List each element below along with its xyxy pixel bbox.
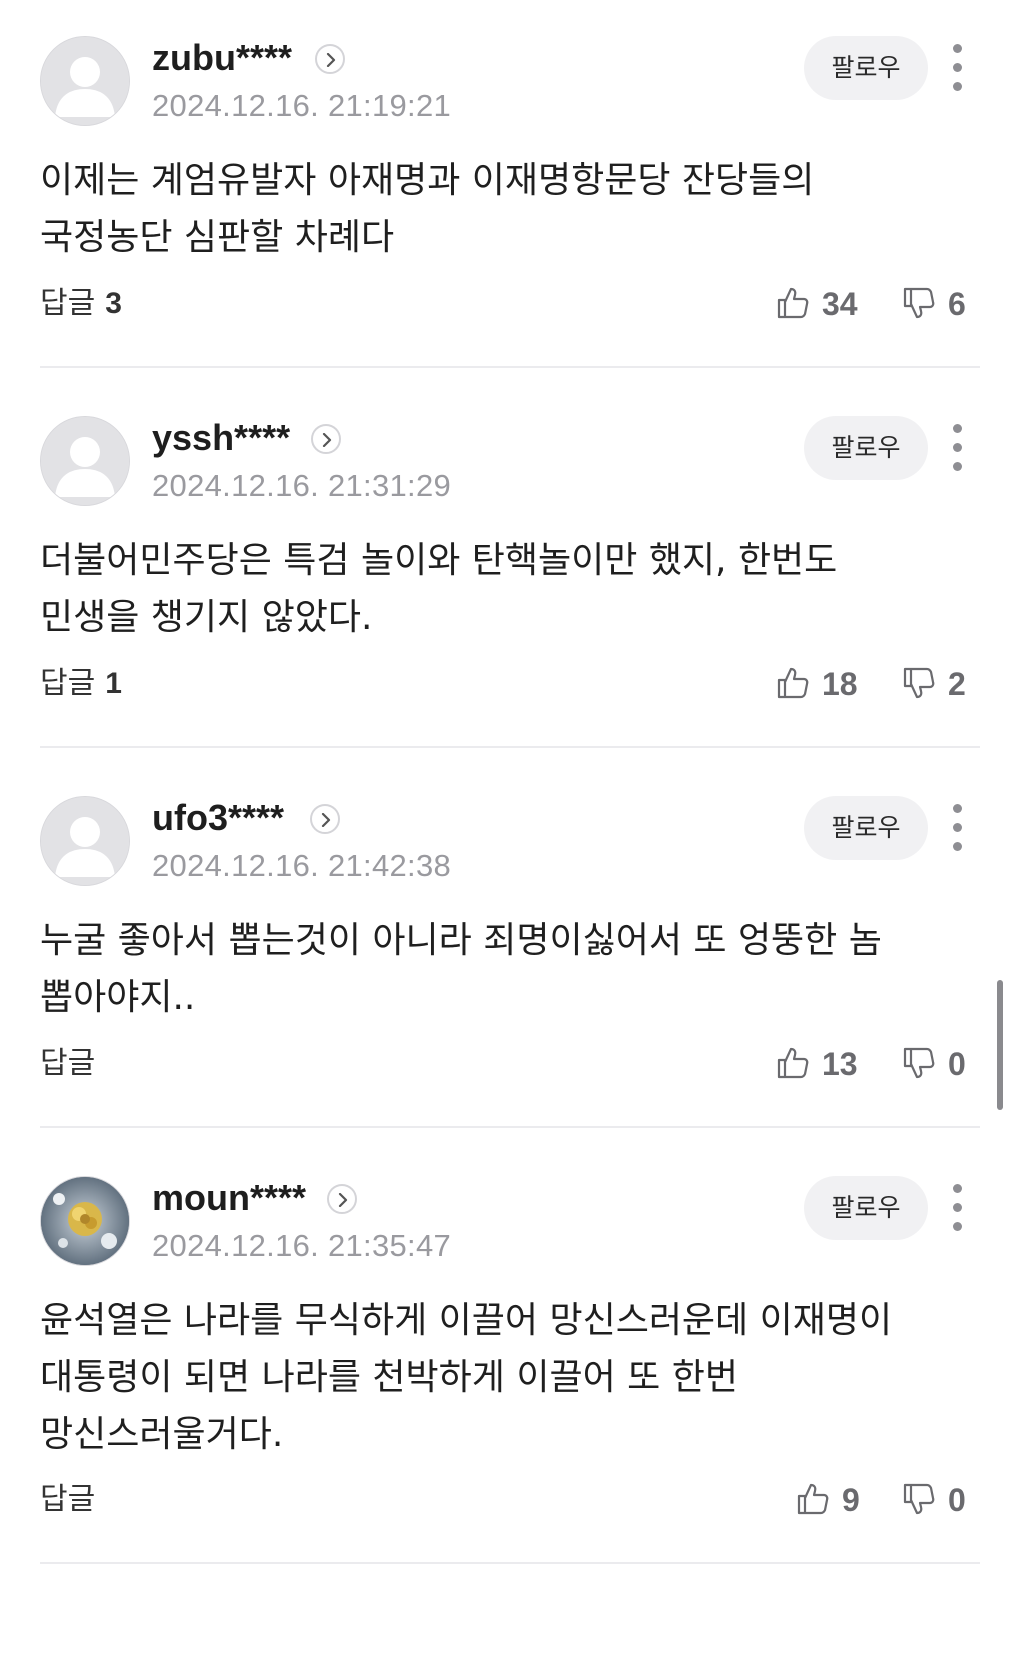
thumbs-up-icon [777, 1047, 809, 1079]
reply-count: 1 [105, 667, 122, 700]
username[interactable]: yssh**** [152, 418, 290, 458]
comment-text: 누굴 좋아서 뽑는것이 아니라 죄명이싫어서 또 엉뚱한 놈 뽑아야지.. [40, 920, 882, 1018]
like-button[interactable]: 34 [776, 282, 876, 326]
timestamp: 2024.12.16. 21:35:47 [152, 1228, 452, 1263]
comment-footer: 답글 1 18 2 [40, 662, 980, 706]
reply-label: 답글 [40, 1046, 96, 1081]
follow-button[interactable]: 팔로우 [804, 416, 928, 480]
timestamp: 2024.12.16. 21:42:38 [152, 848, 452, 883]
reply-label: 답글 [40, 666, 96, 701]
follow-button[interactable]: 팔로우 [804, 796, 928, 860]
more-vertical-icon[interactable] [946, 44, 970, 92]
more-vertical-icon[interactable] [946, 1184, 970, 1232]
chevron-right-icon[interactable] [327, 1184, 357, 1214]
like-button[interactable]: 18 [776, 662, 876, 706]
like-count: 18 [822, 666, 858, 702]
dislike-count: 0 [948, 1046, 966, 1082]
thumbs-down-icon [903, 667, 935, 699]
thumbs-down-icon [903, 1483, 935, 1515]
more-vertical-icon[interactable] [946, 424, 970, 472]
default-avatar-icon[interactable] [40, 36, 130, 126]
username[interactable]: zubu**** [152, 38, 292, 78]
dislike-button[interactable]: 0 [902, 1478, 980, 1522]
thumbs-up-icon [777, 287, 809, 319]
divider [40, 1562, 980, 1564]
divider [40, 1126, 980, 1128]
like-count: 34 [822, 286, 858, 322]
flower-photo-avatar[interactable] [40, 1176, 130, 1266]
follow-button[interactable]: 팔로우 [804, 1176, 928, 1240]
comment-footer: 답글 9 0 [40, 1478, 980, 1522]
reply-label: 답글 [40, 286, 96, 321]
reply-button[interactable]: 답글 [40, 1478, 105, 1522]
reply-count: 3 [105, 287, 122, 320]
reply-button[interactable]: 답글 [40, 1042, 105, 1086]
chevron-right-icon[interactable] [315, 44, 345, 74]
thumbs-down-icon [903, 1047, 935, 1079]
default-avatar-icon[interactable] [40, 416, 130, 506]
chevron-right-icon[interactable] [310, 804, 340, 834]
username[interactable]: ufo3**** [152, 798, 284, 838]
comment-footer: 답글 3 34 6 [40, 282, 980, 326]
reply-button[interactable]: 답글 3 [40, 282, 122, 326]
like-button[interactable]: 13 [776, 1042, 876, 1086]
timestamp: 2024.12.16. 21:19:21 [152, 88, 452, 123]
reply-label: 답글 [40, 1482, 96, 1517]
timestamp: 2024.12.16. 21:31:29 [152, 468, 452, 503]
like-count: 9 [842, 1482, 860, 1518]
dislike-count: 2 [948, 666, 966, 702]
dislike-button[interactable]: 2 [902, 662, 980, 706]
dislike-button[interactable]: 6 [902, 282, 980, 326]
comment-list: zubu**** 2024.12.16. 21:19:21 팔로우 이제는 계엄… [0, 0, 1024, 1666]
chevron-right-icon[interactable] [311, 424, 341, 454]
comment-text: 이제는 계엄유발자 아재명과 이재명항문당 잔당들의 국정농단 심판할 차례다 [40, 160, 815, 258]
comment-footer: 답글 13 0 [40, 1042, 980, 1086]
dislike-count: 0 [948, 1482, 966, 1518]
divider [40, 366, 980, 368]
follow-button[interactable]: 팔로우 [804, 36, 928, 100]
divider [40, 746, 980, 748]
scrollbar[interactable] [997, 980, 1003, 1110]
default-avatar-icon[interactable] [40, 796, 130, 886]
dislike-button[interactable]: 0 [902, 1042, 980, 1086]
reply-button[interactable]: 답글 1 [40, 662, 122, 706]
thumbs-up-icon [777, 667, 809, 699]
comment-text: 윤석열은 나라를 무식하게 이끌어 망신스러운데 이재명이 대통령이 되면 나라… [40, 1300, 893, 1455]
like-button[interactable]: 9 [796, 1478, 876, 1522]
thumbs-up-icon [797, 1483, 829, 1515]
thumbs-down-icon [903, 287, 935, 319]
more-vertical-icon[interactable] [946, 804, 970, 852]
dislike-count: 6 [948, 286, 966, 322]
like-count: 13 [822, 1046, 858, 1082]
comment-text: 더불어민주당은 특검 놀이와 탄핵놀이만 했지, 한번도 민생을 챙기지 않았다… [40, 540, 838, 638]
username[interactable]: moun**** [152, 1178, 306, 1218]
